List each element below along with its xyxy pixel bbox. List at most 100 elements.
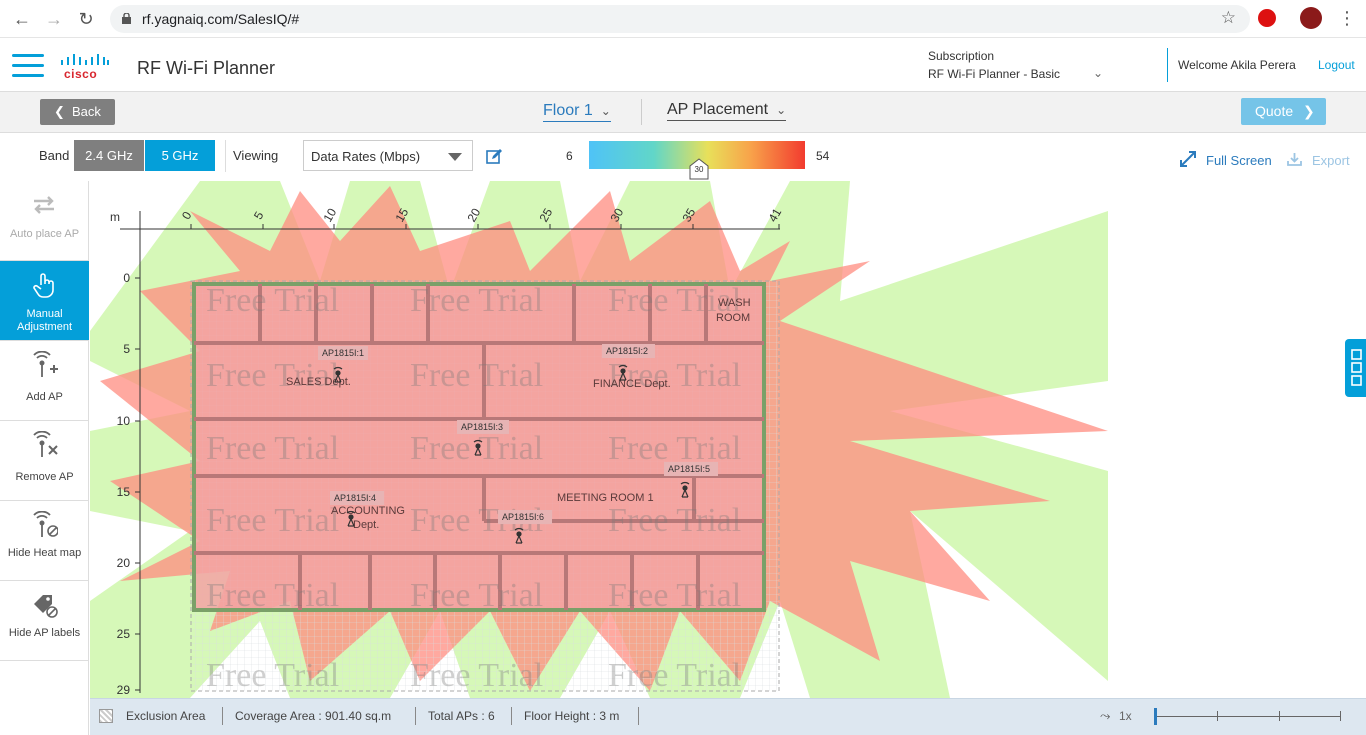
chevron-down-icon: ⌄ <box>776 103 787 117</box>
lock-icon <box>122 13 131 24</box>
svg-text:10: 10 <box>117 414 131 428</box>
add-ap-label: Add AP <box>26 391 63 403</box>
svg-text:Free Trial: Free Trial <box>410 357 543 394</box>
zoom-icon: ⤳ <box>1100 708 1111 723</box>
address-bar[interactable]: rf.yagnaiq.com/SalesIQ/# ☆ <box>110 5 1250 33</box>
svg-text:Free Trial: Free Trial <box>410 430 543 467</box>
svg-text:Free Trial: Free Trial <box>608 657 741 694</box>
footer-divider <box>638 707 639 725</box>
dropdown-arrow-icon <box>448 153 462 161</box>
welcome-text: Welcome Akila Perera <box>1178 58 1296 72</box>
add-ap-button[interactable]: Add AP <box>0 341 89 421</box>
viewing-value: Data Rates (Mbps) <box>311 149 421 164</box>
svg-text:Free Trial: Free Trial <box>206 430 339 467</box>
back-label: Back <box>72 104 101 119</box>
footer-divider <box>415 707 416 725</box>
floor-plan-canvas[interactable]: m 0 5 10 15 20 25 30 35 41 0 5 10 15 20 … <box>90 181 1366 698</box>
svg-text:Free Trial: Free Trial <box>410 577 543 614</box>
zoom-tick <box>1217 711 1218 721</box>
svg-text:29: 29 <box>117 683 131 697</box>
remove-ap-button[interactable]: Remove AP <box>0 421 89 501</box>
mode-select[interactable]: AP Placement ⌄ <box>667 101 787 121</box>
coverage-area: Coverage Area : 901.40 sq.m <box>235 709 392 723</box>
toolbar-divider <box>225 140 226 172</box>
svg-text:Free Trial: Free Trial <box>608 430 741 467</box>
browser-toolbar: ← → ↻ rf.yagnaiq.com/SalesIQ/# ☆ ⋮ <box>0 0 1366 38</box>
band-label: Band <box>39 148 70 163</box>
export-button[interactable]: Export <box>1312 153 1350 168</box>
fullscreen-button[interactable]: Full Screen <box>1206 153 1272 168</box>
quote-label: Quote <box>1255 103 1294 119</box>
edit-icon[interactable] <box>486 148 503 165</box>
chevron-down-icon: ⌄ <box>600 104 611 118</box>
hide-heatmap-button[interactable]: Hide Heat map <box>0 501 89 581</box>
app-title: RF Wi-Fi Planner <box>137 58 276 78</box>
room-accounting: ACCOUNTING <box>331 505 405 517</box>
band-2-4ghz-button[interactable]: 2.4 GHz <box>74 140 144 171</box>
export-icon[interactable] <box>1287 152 1302 166</box>
room-finance: FINANCE Dept. <box>593 378 671 390</box>
back-button[interactable]: ❮ Back <box>40 99 115 125</box>
subscription-label: Subscription <box>928 49 995 63</box>
svg-text:Free Trial: Free Trial <box>410 657 543 694</box>
svg-text:20: 20 <box>117 556 131 570</box>
zoom-tick <box>1340 711 1341 721</box>
floor-plan-svg[interactable]: m 0 5 10 15 20 25 30 35 41 0 5 10 15 20 … <box>90 181 1366 698</box>
footer-divider <box>511 707 512 725</box>
svg-text:Free Trial: Free Trial <box>206 657 339 694</box>
total-aps: Total APs : 6 <box>428 709 495 723</box>
zoom-tick <box>1279 711 1280 721</box>
auto-place-icon <box>34 196 54 214</box>
chevron-down-icon[interactable]: ⌄ <box>1093 66 1103 80</box>
extension-icon[interactable] <box>1258 9 1276 27</box>
browser-menu-icon[interactable]: ⋮ <box>1338 8 1356 29</box>
hide-ap-labels-button[interactable]: Hide AP labels <box>0 581 89 661</box>
manual-adjustment-button[interactable]: Manual Adjustment <box>0 261 89 341</box>
zoom-slider-thumb[interactable] <box>1154 708 1157 725</box>
grid-menu-icon <box>1351 349 1362 386</box>
svg-text:AP1815I:4: AP1815I:4 <box>334 493 376 503</box>
room-sales: SALES Dept. <box>286 376 351 388</box>
remove-ap-icon <box>33 431 58 457</box>
browser-back-icon[interactable]: ← <box>12 9 32 29</box>
zoom-level: 1x <box>1119 709 1132 723</box>
viewing-select[interactable]: Data Rates (Mbps) <box>303 140 473 171</box>
view-toolbar: Band 2.4 GHz 5 GHz Viewing Data Rates (M… <box>0 133 1366 181</box>
browser-forward-icon[interactable]: → <box>44 9 64 29</box>
floor-select[interactable]: Floor 1 ⌄ <box>543 102 611 122</box>
fullscreen-icon[interactable] <box>1180 151 1196 167</box>
sub-header: ❮ Back Floor 1 ⌄ AP Placement ⌄ Quote ❯ <box>0 92 1366 133</box>
tool-panel: Auto place AP Manual Adjustment Add AP R… <box>0 181 89 735</box>
auto-place-ap-button[interactable]: Auto place AP <box>0 181 89 261</box>
browser-reload-icon[interactable]: ↻ <box>76 9 96 29</box>
room-accounting-dept: Dept. <box>353 519 379 531</box>
hamburger-menu-icon[interactable] <box>12 54 44 78</box>
manual-adjustment-label: Manual Adjustment <box>16 308 73 333</box>
hide-heatmap-label: Hide Heat map <box>7 547 82 559</box>
floor-height: Floor Height : 3 m <box>524 709 620 723</box>
side-panel-toggle[interactable] <box>1345 339 1366 397</box>
scale-min-value: 6 <box>566 149 573 163</box>
axis-unit: m <box>110 210 120 224</box>
profile-avatar[interactable] <box>1300 7 1322 29</box>
cisco-wordmark: cisco <box>64 67 98 81</box>
svg-text:AP1815I:6: AP1815I:6 <box>502 512 544 522</box>
quote-button[interactable]: Quote ❯ <box>1241 98 1326 125</box>
viewing-label: Viewing <box>233 148 279 163</box>
app-header: cisco RF Wi-Fi Planner Subscription RF W… <box>0 38 1366 92</box>
zoom-slider-track[interactable] <box>1155 716 1341 717</box>
bookmark-star-icon[interactable]: ☆ <box>1221 8 1236 28</box>
band-5ghz-button[interactable]: 5 GHz <box>145 140 215 171</box>
scale-handle-value: 30 <box>694 165 704 174</box>
room-wash: WASH <box>718 297 751 309</box>
svg-text:25: 25 <box>117 627 131 641</box>
logout-link[interactable]: Logout <box>1318 58 1355 72</box>
status-footer: Exclusion Area Coverage Area : 901.40 sq… <box>90 698 1366 735</box>
subscription-select[interactable]: RF Wi-Fi Planner - Basic <box>928 67 1060 81</box>
svg-text:Free Trial: Free Trial <box>206 282 339 319</box>
remove-ap-label: Remove AP <box>15 471 74 483</box>
exclusion-area-icon <box>99 709 113 723</box>
svg-text:AP1815I:5: AP1815I:5 <box>668 464 710 474</box>
svg-text:Free Trial: Free Trial <box>206 502 339 539</box>
svg-text:Free Trial: Free Trial <box>608 502 741 539</box>
